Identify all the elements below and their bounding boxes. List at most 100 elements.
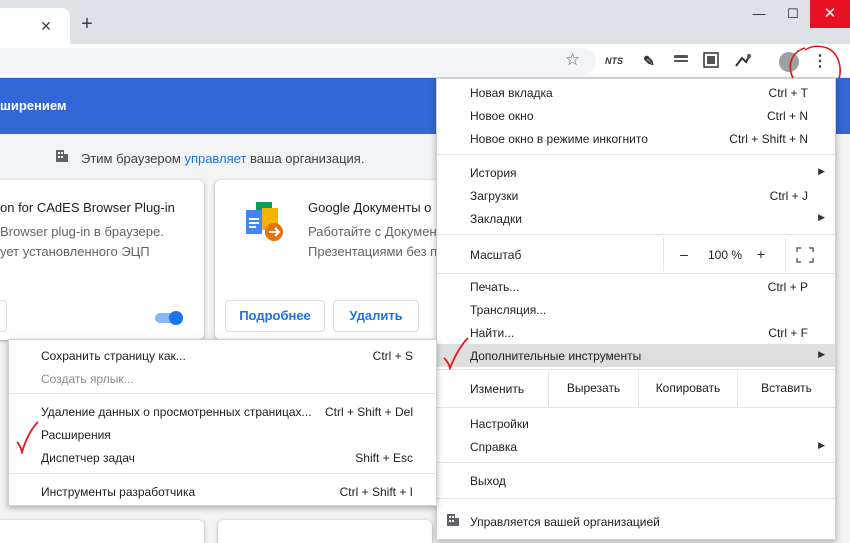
menu-item-bookmarks[interactable]: Закладки ▶: [437, 207, 835, 230]
menu-label: Настройки: [470, 417, 529, 431]
submenu-arrow-icon: ▶: [818, 212, 825, 222]
browser-tab[interactable]: ✕: [0, 8, 70, 44]
menu-label: Печать...: [470, 280, 520, 294]
zoom-value: 100 %: [707, 248, 743, 262]
menu-item-help[interactable]: Справка ▶: [437, 435, 835, 458]
extension-card-icon[interactable]: [672, 52, 690, 70]
browser-toolbar: ☆ NTS ✎ ⋮: [0, 44, 850, 78]
menu-label: Создать ярлык...: [41, 372, 134, 386]
menu-label: Новое окно в режиме инкогнито: [470, 132, 648, 146]
menu-label: Закладки: [470, 212, 522, 226]
menu-shortcut: Ctrl + Shift + N: [729, 132, 808, 146]
menu-separator: [9, 393, 436, 394]
menu-label: Новое окно: [470, 109, 534, 123]
menu-item-cast[interactable]: Трансляция...: [437, 298, 835, 321]
extension-stamp-icon[interactable]: ✎: [640, 52, 658, 70]
submenu-item-task-manager[interactable]: Диспетчер задач Shift + Esc: [9, 446, 436, 469]
managed-text-prefix: Этим браузером: [81, 151, 185, 166]
menu-managed-by-org[interactable]: Управляется вашей организацией: [437, 505, 835, 539]
edit-row: Изменить Вырезать Копировать Вставить: [437, 371, 835, 406]
menu-label: Расширения: [41, 428, 111, 442]
menu-label: Удаление данных о просмотренных страница…: [41, 405, 312, 419]
new-tab-button[interactable]: +: [78, 14, 96, 34]
address-bar[interactable]: [0, 48, 596, 75]
cut-button[interactable]: Вырезать: [548, 371, 638, 406]
menu-separator: [437, 462, 835, 463]
chrome-menu-button[interactable]: ⋮: [810, 50, 830, 74]
maximize-button[interactable]: ☐: [776, 0, 810, 28]
menu-item-new-window[interactable]: Новое окно Ctrl + N: [437, 104, 835, 127]
menu-label: Загрузки: [470, 189, 519, 203]
managed-link[interactable]: управляет: [184, 151, 246, 166]
extension-card-cades: on for CAdES Browser Plug-in Browser plu…: [0, 180, 204, 340]
extension-toggle[interactable]: [153, 310, 185, 326]
zoom-in-button[interactable]: +: [755, 246, 767, 262]
extension-title: Google Документы о: [308, 200, 432, 215]
page-title: ширением: [0, 98, 67, 113]
extension-card: [0, 520, 204, 543]
menu-separator: [437, 369, 835, 370]
submenu-item-extensions[interactable]: Расширения: [9, 423, 436, 446]
menu-item-exit[interactable]: Выход: [437, 469, 835, 492]
managed-text-suffix: ваша организация.: [246, 151, 365, 166]
menu-separator: [437, 154, 835, 155]
more-tools-submenu: Сохранить страницу как... Ctrl + S Созда…: [8, 339, 437, 506]
submenu-item-save-page[interactable]: Сохранить страницу как... Ctrl + S: [9, 344, 436, 367]
minimize-button[interactable]: —: [742, 0, 776, 28]
edit-label: Изменить: [470, 382, 525, 396]
extension-description: Browser plug-in в браузере. ует установл…: [0, 224, 164, 259]
menu-item-print[interactable]: Печать... Ctrl + P: [437, 275, 835, 298]
close-window-button[interactable]: ✕: [810, 0, 850, 28]
submenu-arrow-icon: ▶: [818, 166, 825, 176]
menu-shortcut: Ctrl + Shift + Del: [324, 405, 413, 419]
building-icon: [446, 513, 462, 529]
profile-avatar[interactable]: [779, 52, 799, 72]
submenu-item-clear-data[interactable]: Удаление данных о просмотренных страница…: [9, 400, 436, 423]
zoom-out-button[interactable]: –: [678, 246, 690, 262]
paste-button[interactable]: Вставить: [737, 371, 835, 406]
menu-label: Новая вкладка: [470, 86, 553, 100]
menu-label: Выход: [470, 474, 506, 488]
menu-item-history[interactable]: История ▶: [437, 161, 835, 184]
menu-item-find[interactable]: Найти... Ctrl + F: [437, 321, 835, 344]
menu-separator: [9, 473, 436, 474]
menu-label: Инструменты разработчика: [41, 485, 196, 499]
title-bar: ✕ + — ☐ ✕: [0, 0, 850, 44]
menu-item-incognito[interactable]: Новое окно в режиме инкогнито Ctrl + Shi…: [437, 127, 835, 150]
submenu-item-create-shortcut: Создать ярлык...: [9, 367, 436, 390]
menu-separator: [437, 273, 835, 274]
menu-item-settings[interactable]: Настройки: [437, 412, 835, 435]
menu-item-more-tools[interactable]: Дополнительные инструменты ▶: [437, 344, 835, 367]
submenu-item-dev-tools[interactable]: Инструменты разработчика Ctrl + Shift + …: [9, 480, 436, 503]
details-button[interactable]: Подробнее: [225, 300, 325, 332]
menu-item-new-tab[interactable]: Новая вкладка Ctrl + T: [437, 81, 835, 104]
details-button[interactable]: [0, 300, 7, 332]
menu-shortcut: Ctrl + F: [768, 326, 808, 340]
menu-item-downloads[interactable]: Загрузки Ctrl + J: [437, 184, 835, 207]
extension-leaf-icon[interactable]: [734, 52, 752, 70]
menu-label: История: [470, 166, 517, 180]
zoom-controls: – 100 % +: [663, 238, 786, 271]
menu-label: Управляется вашей организацией: [470, 515, 660, 529]
bookmark-star-icon[interactable]: ☆: [565, 50, 580, 70]
tab-close-icon[interactable]: ✕: [38, 18, 54, 34]
extension-card-google-docs: Google Документы о Работайте с Докумен П…: [215, 180, 445, 340]
fullscreen-icon[interactable]: [795, 246, 815, 264]
copy-button[interactable]: Копировать: [638, 371, 737, 406]
menu-label: Найти...: [470, 326, 515, 340]
chrome-main-menu: Новая вкладка Ctrl + T Новое окно Ctrl +…: [436, 78, 836, 540]
menu-shortcut: Ctrl + T: [768, 86, 808, 100]
remove-button[interactable]: Удалить: [333, 300, 419, 332]
menu-separator: [437, 234, 835, 235]
menu-separator: [437, 407, 835, 408]
zoom-label: Масштаб: [470, 248, 522, 262]
extension-nts-icon[interactable]: NTS: [605, 52, 623, 70]
extension-plugin-icon[interactable]: [702, 52, 720, 70]
managed-notice: Этим браузером управляет ваша организаци…: [55, 149, 455, 167]
menu-label: Дополнительные инструменты: [470, 349, 642, 363]
google-docs-icon: [246, 202, 283, 241]
building-icon: [55, 149, 71, 166]
zoom-row: Масштаб – 100 % +: [437, 238, 835, 271]
menu-shortcut: Ctrl + N: [766, 109, 808, 123]
menu-shortcut: Ctrl + Shift + I: [339, 485, 413, 499]
